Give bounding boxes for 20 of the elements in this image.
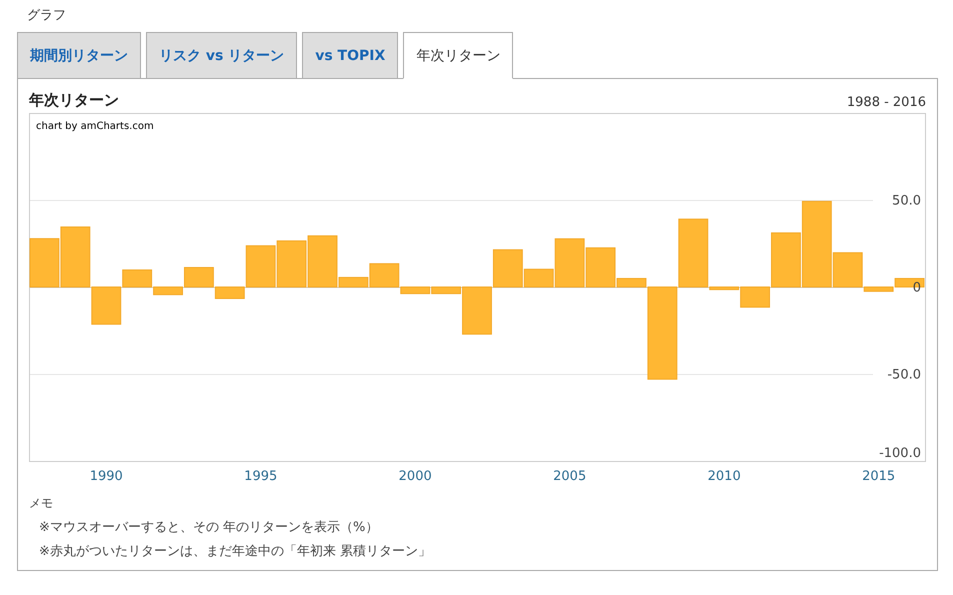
axis-label: -100.0 — [879, 446, 921, 461]
axis-label: -50.0 — [887, 368, 921, 382]
tab[interactable]: vs TOPIX — [302, 32, 398, 79]
axis-label: 2000 — [398, 469, 432, 484]
axis-label: 1995 — [244, 469, 278, 484]
section-title: グラフ — [27, 7, 67, 24]
memo-line: ※赤丸がついたリターンは、まだ年途中の「年初来 累積リターン」 — [38, 543, 432, 560]
memo-line: ※マウスオーバーすると、その 年のリターンを表示（%） — [38, 519, 380, 536]
axis-label: 2005 — [553, 469, 586, 484]
axis-label: 2015 — [862, 469, 896, 484]
axis-label: 50.0 — [892, 194, 921, 208]
chart-credit[interactable]: chart by amCharts.com — [36, 121, 154, 132]
panel-title: 年次リターン — [29, 91, 119, 110]
tab[interactable]: 期間別リターン — [17, 32, 141, 79]
axis-label: 2010 — [708, 469, 741, 484]
memo-title: メモ — [29, 495, 54, 512]
tab[interactable]: リスク vs リターン — [146, 32, 298, 79]
axis-label: 1990 — [90, 469, 123, 484]
year-range: 1988 - 2016 — [846, 95, 926, 110]
tab[interactable]: 年次リターン — [403, 32, 514, 79]
